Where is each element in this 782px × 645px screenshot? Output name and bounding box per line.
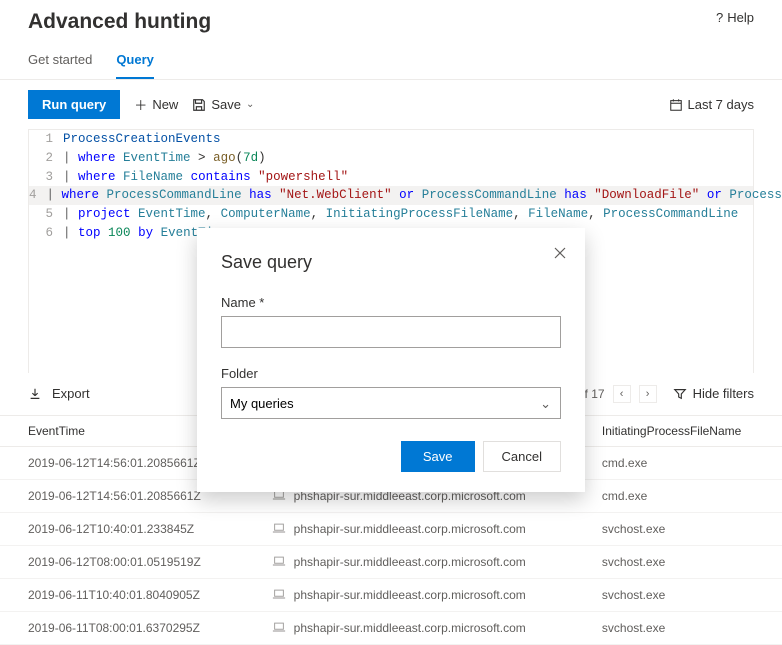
save-query-dialog: Save query Name * Folder ⌄ Save Cancel (197, 228, 585, 492)
dialog-title: Save query (221, 252, 561, 273)
modal-overlay: Save query Name * Folder ⌄ Save Cancel (0, 0, 782, 635)
name-input[interactable] (221, 316, 561, 348)
folder-label: Folder (221, 366, 561, 381)
save-button[interactable]: Save (401, 441, 475, 472)
close-button[interactable] (553, 246, 567, 260)
folder-select[interactable] (221, 387, 561, 419)
name-label: Name * (221, 295, 561, 310)
close-icon (553, 246, 567, 260)
cancel-button[interactable]: Cancel (483, 441, 561, 472)
